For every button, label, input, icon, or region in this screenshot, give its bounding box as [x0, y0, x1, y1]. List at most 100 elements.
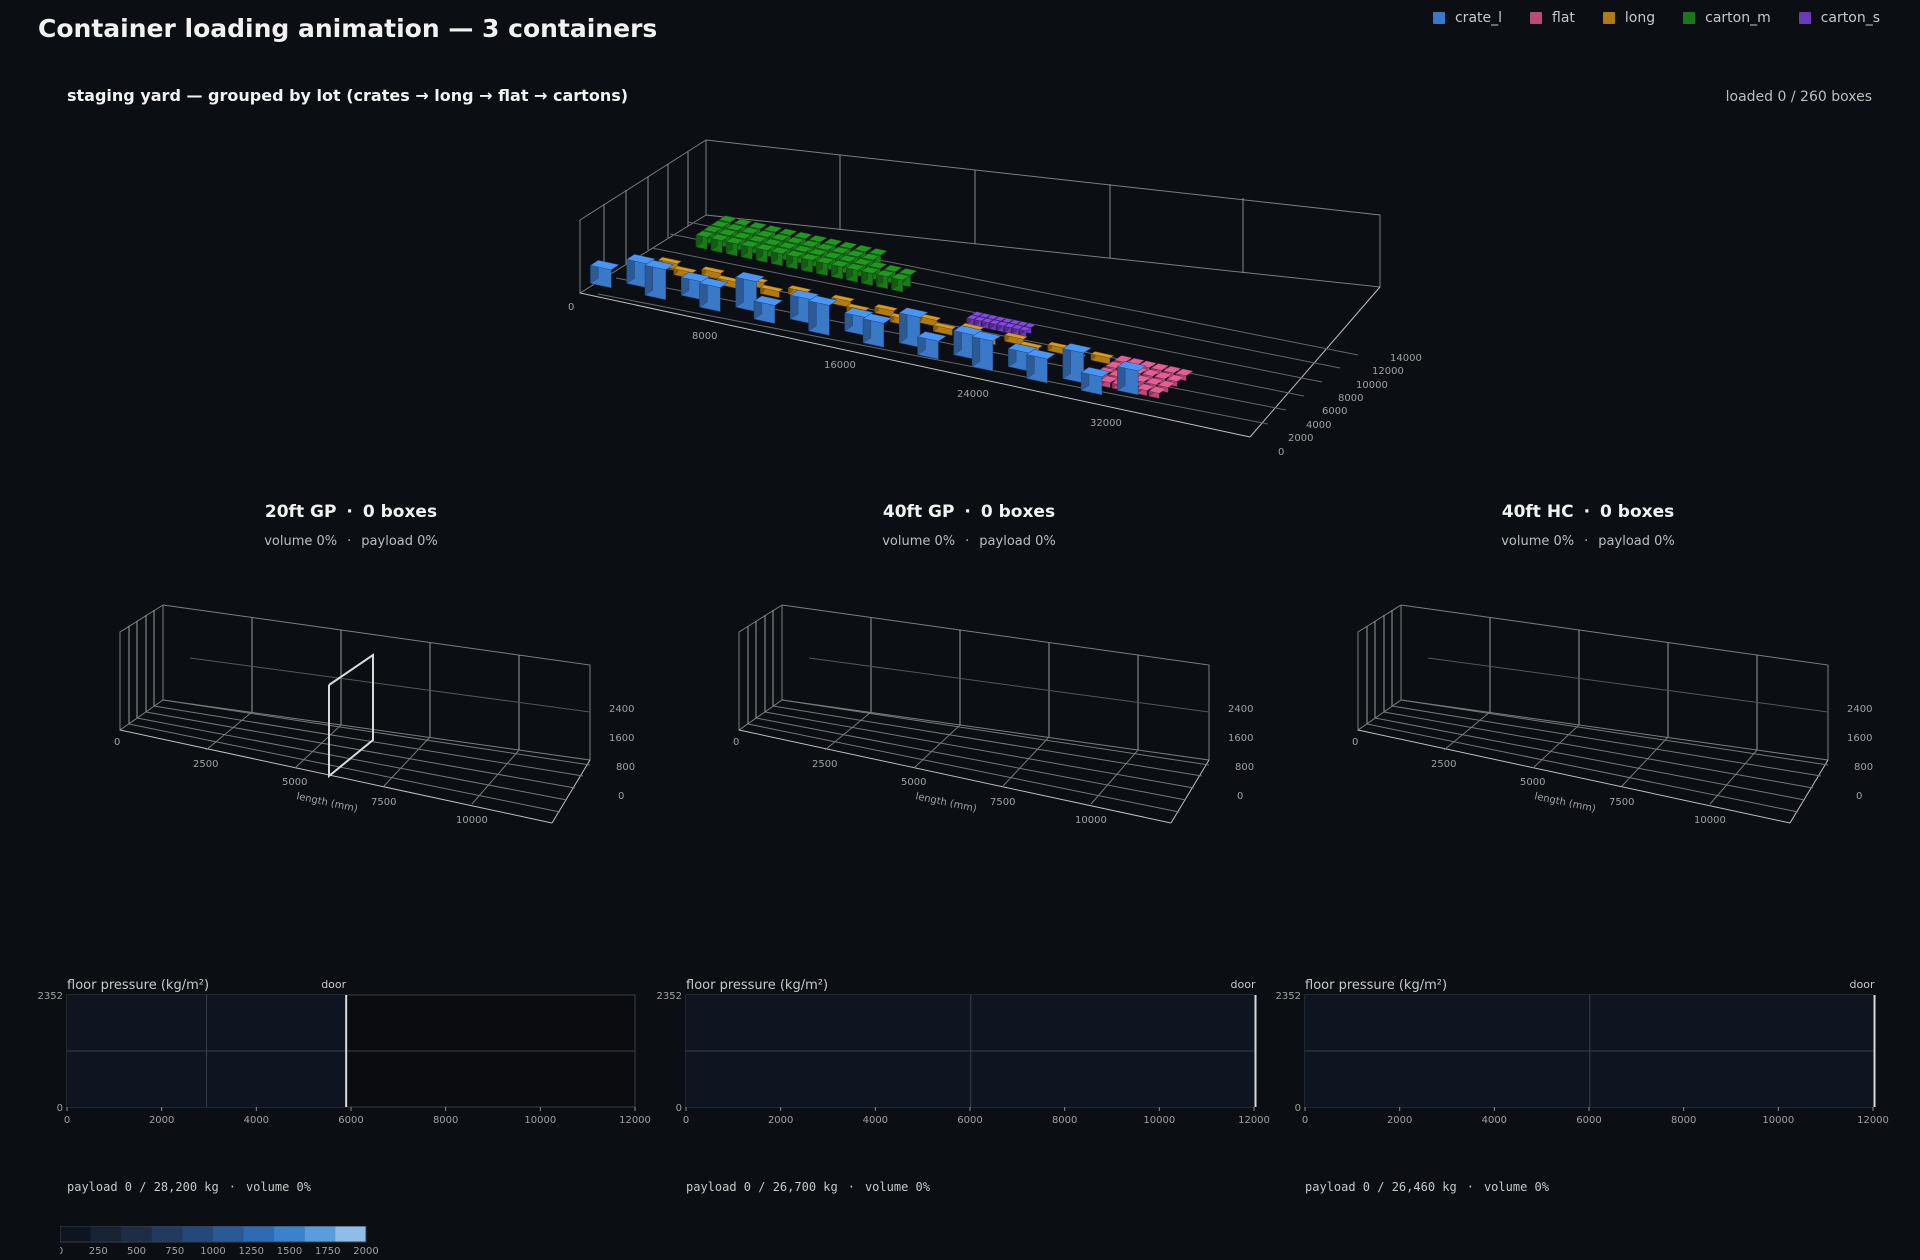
yard-y-tick: 12000: [1372, 366, 1404, 377]
container-stats-40ft-hc: volume 0% · payload 0%: [1278, 534, 1898, 549]
floor-pressure-panel[interactable]: floor pressure (kg/m²) door 2352 00 2000 4000…: [38, 978, 651, 1126]
yard-y-tick: 14000: [1390, 353, 1422, 364]
x-tick: 8000: [1671, 1115, 1696, 1126]
yard-y-tick: 2000: [1288, 433, 1313, 444]
colorbar-cell: [213, 1226, 245, 1242]
x-tick: 8000: [1052, 1115, 1077, 1126]
yard-box-long: [1090, 351, 1115, 365]
container-box-count: 0 boxes: [1600, 502, 1675, 522]
colorbar-tick: 250: [89, 1246, 108, 1257]
x-tick: 0: [1302, 1115, 1308, 1126]
yard-x-tick: 8000: [692, 331, 717, 342]
height-tick: 1600: [1847, 733, 1872, 744]
yard-box-crate-l: [971, 331, 1002, 372]
floor-pressure-title: floor pressure (kg/m²): [67, 978, 209, 993]
colorbar-cell: [274, 1226, 306, 1242]
floor-pressure-panel[interactable]: floor pressure (kg/m²) door 2352 00 2000 4000…: [657, 978, 1270, 1126]
colorbar: 0 250 500 750 1000 1250 1500 1750 2000: [60, 1226, 379, 1257]
x-tick: 12000: [1238, 1115, 1270, 1126]
length-tick: 10000: [1075, 815, 1107, 826]
footer-40ft-hc: payload 0 / 26,460 kg · volume 0%: [1305, 1180, 1549, 1194]
floor-pressure-title: floor pressure (kg/m²): [1305, 978, 1447, 993]
height-tick: 2400: [609, 704, 634, 715]
footer-40ft-gp: payload 0 / 26,700 kg · volume 0%: [686, 1180, 930, 1194]
container-ticks-20ft: 0 2500 5000 7500 10000 length (mm) 2400 …: [114, 704, 635, 826]
container-frame-20ft: [119, 604, 591, 824]
colorbar-cell: [60, 1226, 92, 1242]
yard-y-tick: 8000: [1338, 393, 1363, 404]
container-frame-40ft-gp: [738, 604, 1210, 824]
yard-box-crate-l: [1026, 348, 1056, 384]
yard-x-tick: 32000: [1090, 418, 1122, 429]
yard-boxes: [589, 215, 1194, 399]
colorbar-cell: [121, 1226, 153, 1242]
y-tick: 2352: [38, 991, 63, 1002]
floor-pressure-title: floor pressure (kg/m²): [686, 978, 828, 993]
y-tick: 2352: [1276, 991, 1301, 1002]
door-label: door: [1850, 978, 1875, 991]
y-tick: 0: [676, 1103, 682, 1114]
yard-box-long: [932, 322, 957, 336]
height-tick: 0: [618, 791, 624, 802]
x-tick: 4000: [244, 1115, 269, 1126]
colorbar-cell: [243, 1226, 275, 1242]
yard-x-tick: 0: [568, 302, 574, 313]
yard-y-tick: 4000: [1306, 420, 1331, 431]
container-stats-40ft-gp: volume 0% · payload 0%: [659, 534, 1279, 549]
container-title-40ft-hc: 40ft HC · 0 boxes: [1278, 502, 1898, 522]
x-tick: 10000: [1762, 1115, 1794, 1126]
door-label: door: [1231, 978, 1256, 991]
floor-pressure-panel[interactable]: floor pressure (kg/m²) door 2352 00 2000 4000…: [1276, 978, 1889, 1126]
container-volume: volume 0%: [264, 534, 338, 549]
yard-box-crate-l: [917, 331, 947, 360]
x-tick: 10000: [1143, 1115, 1175, 1126]
colorbar-tick: 1500: [277, 1246, 302, 1257]
yard-x-tick: 24000: [957, 389, 989, 400]
length-tick: 2500: [812, 759, 837, 770]
yard-box-crate-l: [589, 259, 620, 289]
y-tick: 0: [57, 1103, 63, 1114]
container-name: 40ft GP: [882, 502, 955, 522]
height-tick: 1600: [609, 733, 634, 744]
container-volume: volume 0%: [882, 534, 956, 549]
container-name: 40ft HC: [1501, 502, 1574, 522]
footer-volume: volume 0%: [1483, 1180, 1549, 1194]
length-tick: 0: [733, 737, 739, 748]
x-tick: 0: [64, 1115, 70, 1126]
separator: ·: [965, 534, 970, 549]
separator: ·: [1466, 1180, 1474, 1194]
footer-volume: volume 0%: [864, 1180, 930, 1194]
length-tick: 5000: [282, 777, 307, 788]
separator: ·: [346, 502, 353, 522]
container-payload: payload 0%: [361, 534, 438, 549]
container-frame-40ft-hc: [1357, 604, 1829, 824]
yard-y-tick: 6000: [1322, 406, 1347, 417]
yard-box-crate-l: [644, 259, 675, 301]
containers-3d-plots[interactable]: 0 2500 5000 7500 10000 length (mm) 2400 …: [0, 590, 1920, 840]
separator: ·: [228, 1180, 236, 1194]
yard-3d-plot[interactable]: 0 8000 16000 24000 32000 0 2000 4000 600…: [0, 0, 1920, 480]
colorbar-tick: 750: [165, 1246, 184, 1257]
length-tick: 0: [1352, 737, 1358, 748]
yard-y-tick: 10000: [1356, 380, 1388, 391]
length-tick: 5000: [901, 777, 926, 788]
x-tick: 12000: [619, 1115, 651, 1126]
yard-box-crate-l: [862, 313, 893, 348]
y-tick: 0: [1295, 1103, 1301, 1114]
x-tick: 6000: [957, 1115, 982, 1126]
length-tick: 10000: [456, 815, 488, 826]
container-title-40ft-gp: 40ft GP · 0 boxes: [659, 502, 1279, 522]
separator: ·: [964, 502, 971, 522]
length-tick: 7500: [990, 797, 1015, 808]
colorbar-tick: 0: [60, 1246, 63, 1257]
height-tick: 800: [616, 762, 635, 773]
length-tick: 7500: [1609, 797, 1634, 808]
separator: ·: [347, 534, 352, 549]
floor-pressure-plots[interactable]: floor pressure (kg/m²) door235200 2000 4000…: [0, 970, 1920, 1130]
height-tick: 800: [1235, 762, 1254, 773]
x-tick: 4000: [863, 1115, 888, 1126]
container-payload: payload 0%: [979, 534, 1056, 549]
yard-x-tick: 16000: [824, 360, 856, 371]
y-tick: 2352: [657, 991, 682, 1002]
yard-box-crate-l: [698, 277, 729, 312]
